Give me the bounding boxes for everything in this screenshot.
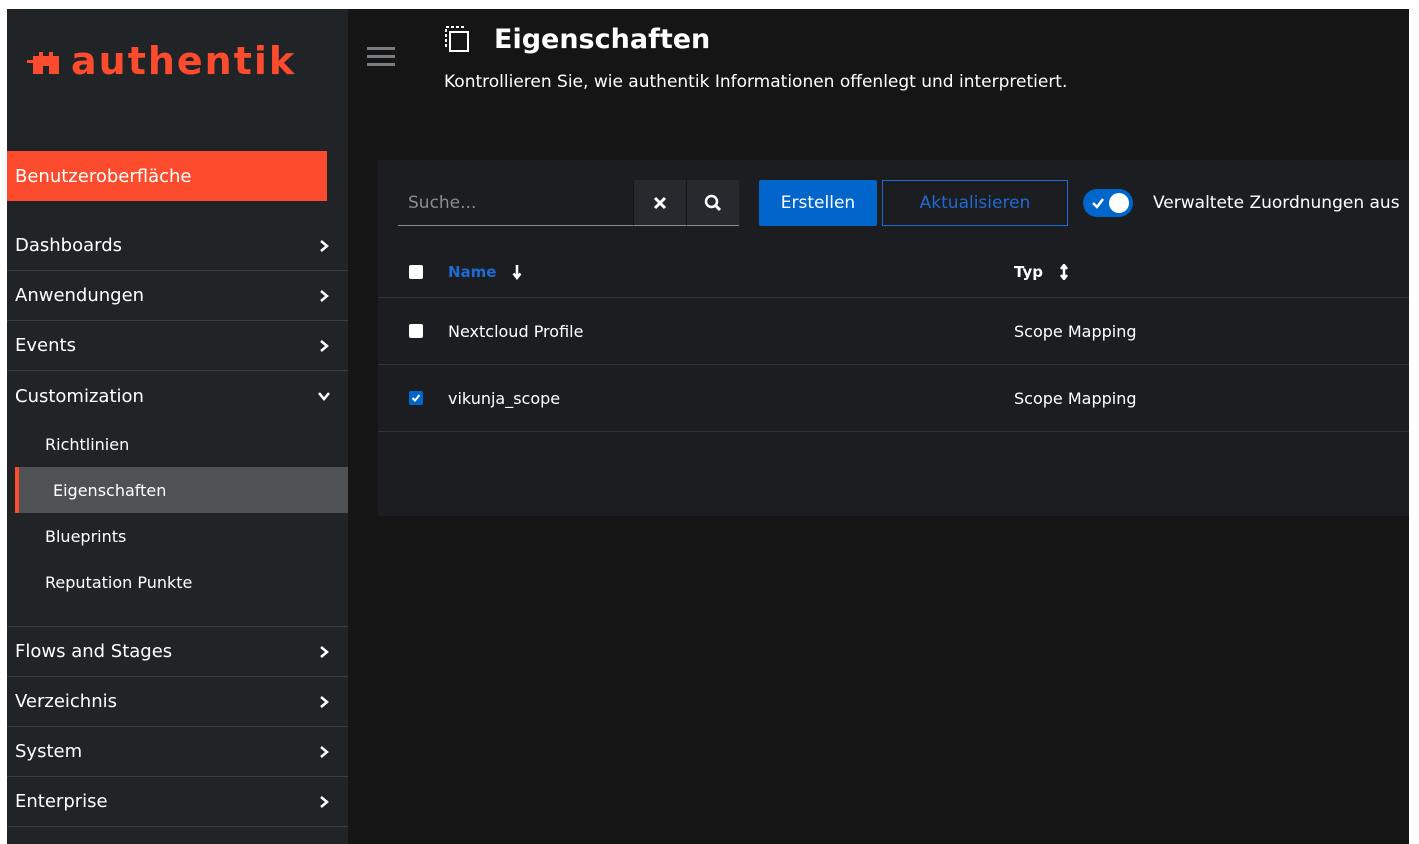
sidebar-item-label: System <box>15 741 83 762</box>
column-header-name-label: Name <box>448 262 497 281</box>
customization-submenu: Richtlinien Eigenschaften Blueprints Rep… <box>7 421 348 627</box>
chevron-right-icon <box>320 795 329 808</box>
sidebar-item-label: Flows and Stages <box>15 641 173 662</box>
table-toolbar: Erstellen Aktualisieren Verwaltete Zuord… <box>398 180 1400 226</box>
row-name[interactable]: Nextcloud Profile <box>448 322 583 341</box>
check-icon <box>411 394 421 402</box>
table-row[interactable]: vikunja_scope Scope Mapping <box>378 365 1409 432</box>
row-checkbox[interactable] <box>409 391 423 405</box>
sidebar-item-label: Verzeichnis <box>15 691 118 712</box>
app-window: authentik Benutzeroberfläche Dashboards … <box>7 9 1409 844</box>
sort-both-icon <box>1059 263 1068 280</box>
sidebar-subitem-label: Richtlinien <box>45 434 130 454</box>
chevron-right-icon <box>320 339 329 352</box>
page-title-row: Eigenschaften <box>444 21 1067 57</box>
sidebar-subitem-label: Reputation Punkte <box>45 572 193 592</box>
sidebar-item-events[interactable]: Events <box>7 321 348 371</box>
sidebar-item-label: Anwendungen <box>15 285 145 306</box>
chevron-right-icon <box>320 289 329 302</box>
column-header-type-label: Typ <box>1014 262 1043 281</box>
chevron-right-icon <box>320 745 329 758</box>
sort-desc-icon <box>512 264 522 280</box>
sidebar-section-header[interactable]: Benutzeroberfläche <box>7 151 327 201</box>
sidebar-subitem-blueprints[interactable]: Blueprints <box>7 513 348 559</box>
create-button[interactable]: Erstellen <box>759 180 877 226</box>
authentik-logo-icon <box>27 52 59 74</box>
sidebar-item-verzeichnis[interactable]: Verzeichnis <box>7 677 348 727</box>
toggle-knob <box>1109 193 1129 213</box>
sidebar-nav: Dashboards Anwendungen Events Customizat… <box>7 221 348 827</box>
brand-logo[interactable]: authentik <box>27 37 296 85</box>
chevron-down-icon <box>318 392 330 401</box>
search-button[interactable] <box>686 180 739 226</box>
sidebar-item-system[interactable]: System <box>7 727 348 777</box>
sidebar-item-label: Customization <box>15 385 144 407</box>
sidebar-item-anwendungen[interactable]: Anwendungen <box>7 271 348 321</box>
column-header-type[interactable]: Typ <box>1014 263 1069 281</box>
submenu-divider <box>7 605 348 627</box>
clear-search-button[interactable] <box>633 180 686 226</box>
refresh-button[interactable]: Aktualisieren <box>882 180 1068 226</box>
managed-mappings-label: Verwaltete Zuordnungen aus <box>1153 193 1400 213</box>
brand-name: authentik <box>71 39 297 83</box>
row-checkbox[interactable] <box>409 324 423 338</box>
select-all-checkbox[interactable] <box>409 264 423 279</box>
chevron-right-icon <box>320 695 329 708</box>
sidebar-subitem-label: Eigenschaften <box>53 480 167 500</box>
table-header-row: Name Typ <box>378 246 1409 298</box>
row-name[interactable]: vikunja_scope <box>448 389 560 408</box>
sidebar-item-label: Enterprise <box>15 791 108 812</box>
page-header: Eigenschaften Kontrollieren Sie, wie aut… <box>444 21 1068 93</box>
sidebar-subitem-reputation[interactable]: Reputation Punkte <box>7 559 348 605</box>
mappings-card: Erstellen Aktualisieren Verwaltete Zuord… <box>378 160 1409 516</box>
page-title: Eigenschaften <box>494 23 711 55</box>
search-icon <box>704 194 722 211</box>
sidebar-item-label: Dashboards <box>15 235 123 256</box>
page-description: Kontrollieren Sie, wie authentik Informa… <box>444 72 1068 92</box>
property-mapping-icon <box>445 26 469 52</box>
sidebar-subitem-eigenschaften[interactable]: Eigenschaften <box>15 467 348 513</box>
row-type: Scope Mapping <box>1014 388 1137 408</box>
column-header-name[interactable]: Name <box>448 263 522 281</box>
sidebar-item-flows-and-stages[interactable]: Flows and Stages <box>7 627 348 677</box>
hamburger-menu-icon[interactable] <box>367 47 395 69</box>
table-row[interactable]: Nextcloud Profile Scope Mapping <box>378 298 1409 365</box>
sidebar-subitem-richtlinien[interactable]: Richtlinien <box>7 421 348 467</box>
sidebar-item-enterprise[interactable]: Enterprise <box>7 777 348 827</box>
sidebar-subitem-label: Blueprints <box>45 526 127 546</box>
sidebar: authentik Benutzeroberfläche Dashboards … <box>7 9 348 844</box>
sidebar-section-header-label: Benutzeroberfläche <box>15 165 192 187</box>
sidebar-item-dashboards[interactable]: Dashboards <box>7 221 348 271</box>
sidebar-item-customization[interactable]: Customization <box>7 371 348 421</box>
row-type: Scope Mapping <box>1014 321 1137 341</box>
close-icon <box>653 196 667 209</box>
check-icon <box>1092 198 1104 209</box>
managed-mappings-toggle[interactable] <box>1083 189 1133 217</box>
chevron-right-icon <box>320 239 329 252</box>
search-field <box>398 180 633 226</box>
chevron-right-icon <box>320 645 329 658</box>
search-input[interactable] <box>408 192 628 213</box>
sidebar-item-label: Events <box>15 335 76 356</box>
mappings-table: Name Typ Nextcloud Profile Scope Mapping… <box>378 246 1409 432</box>
